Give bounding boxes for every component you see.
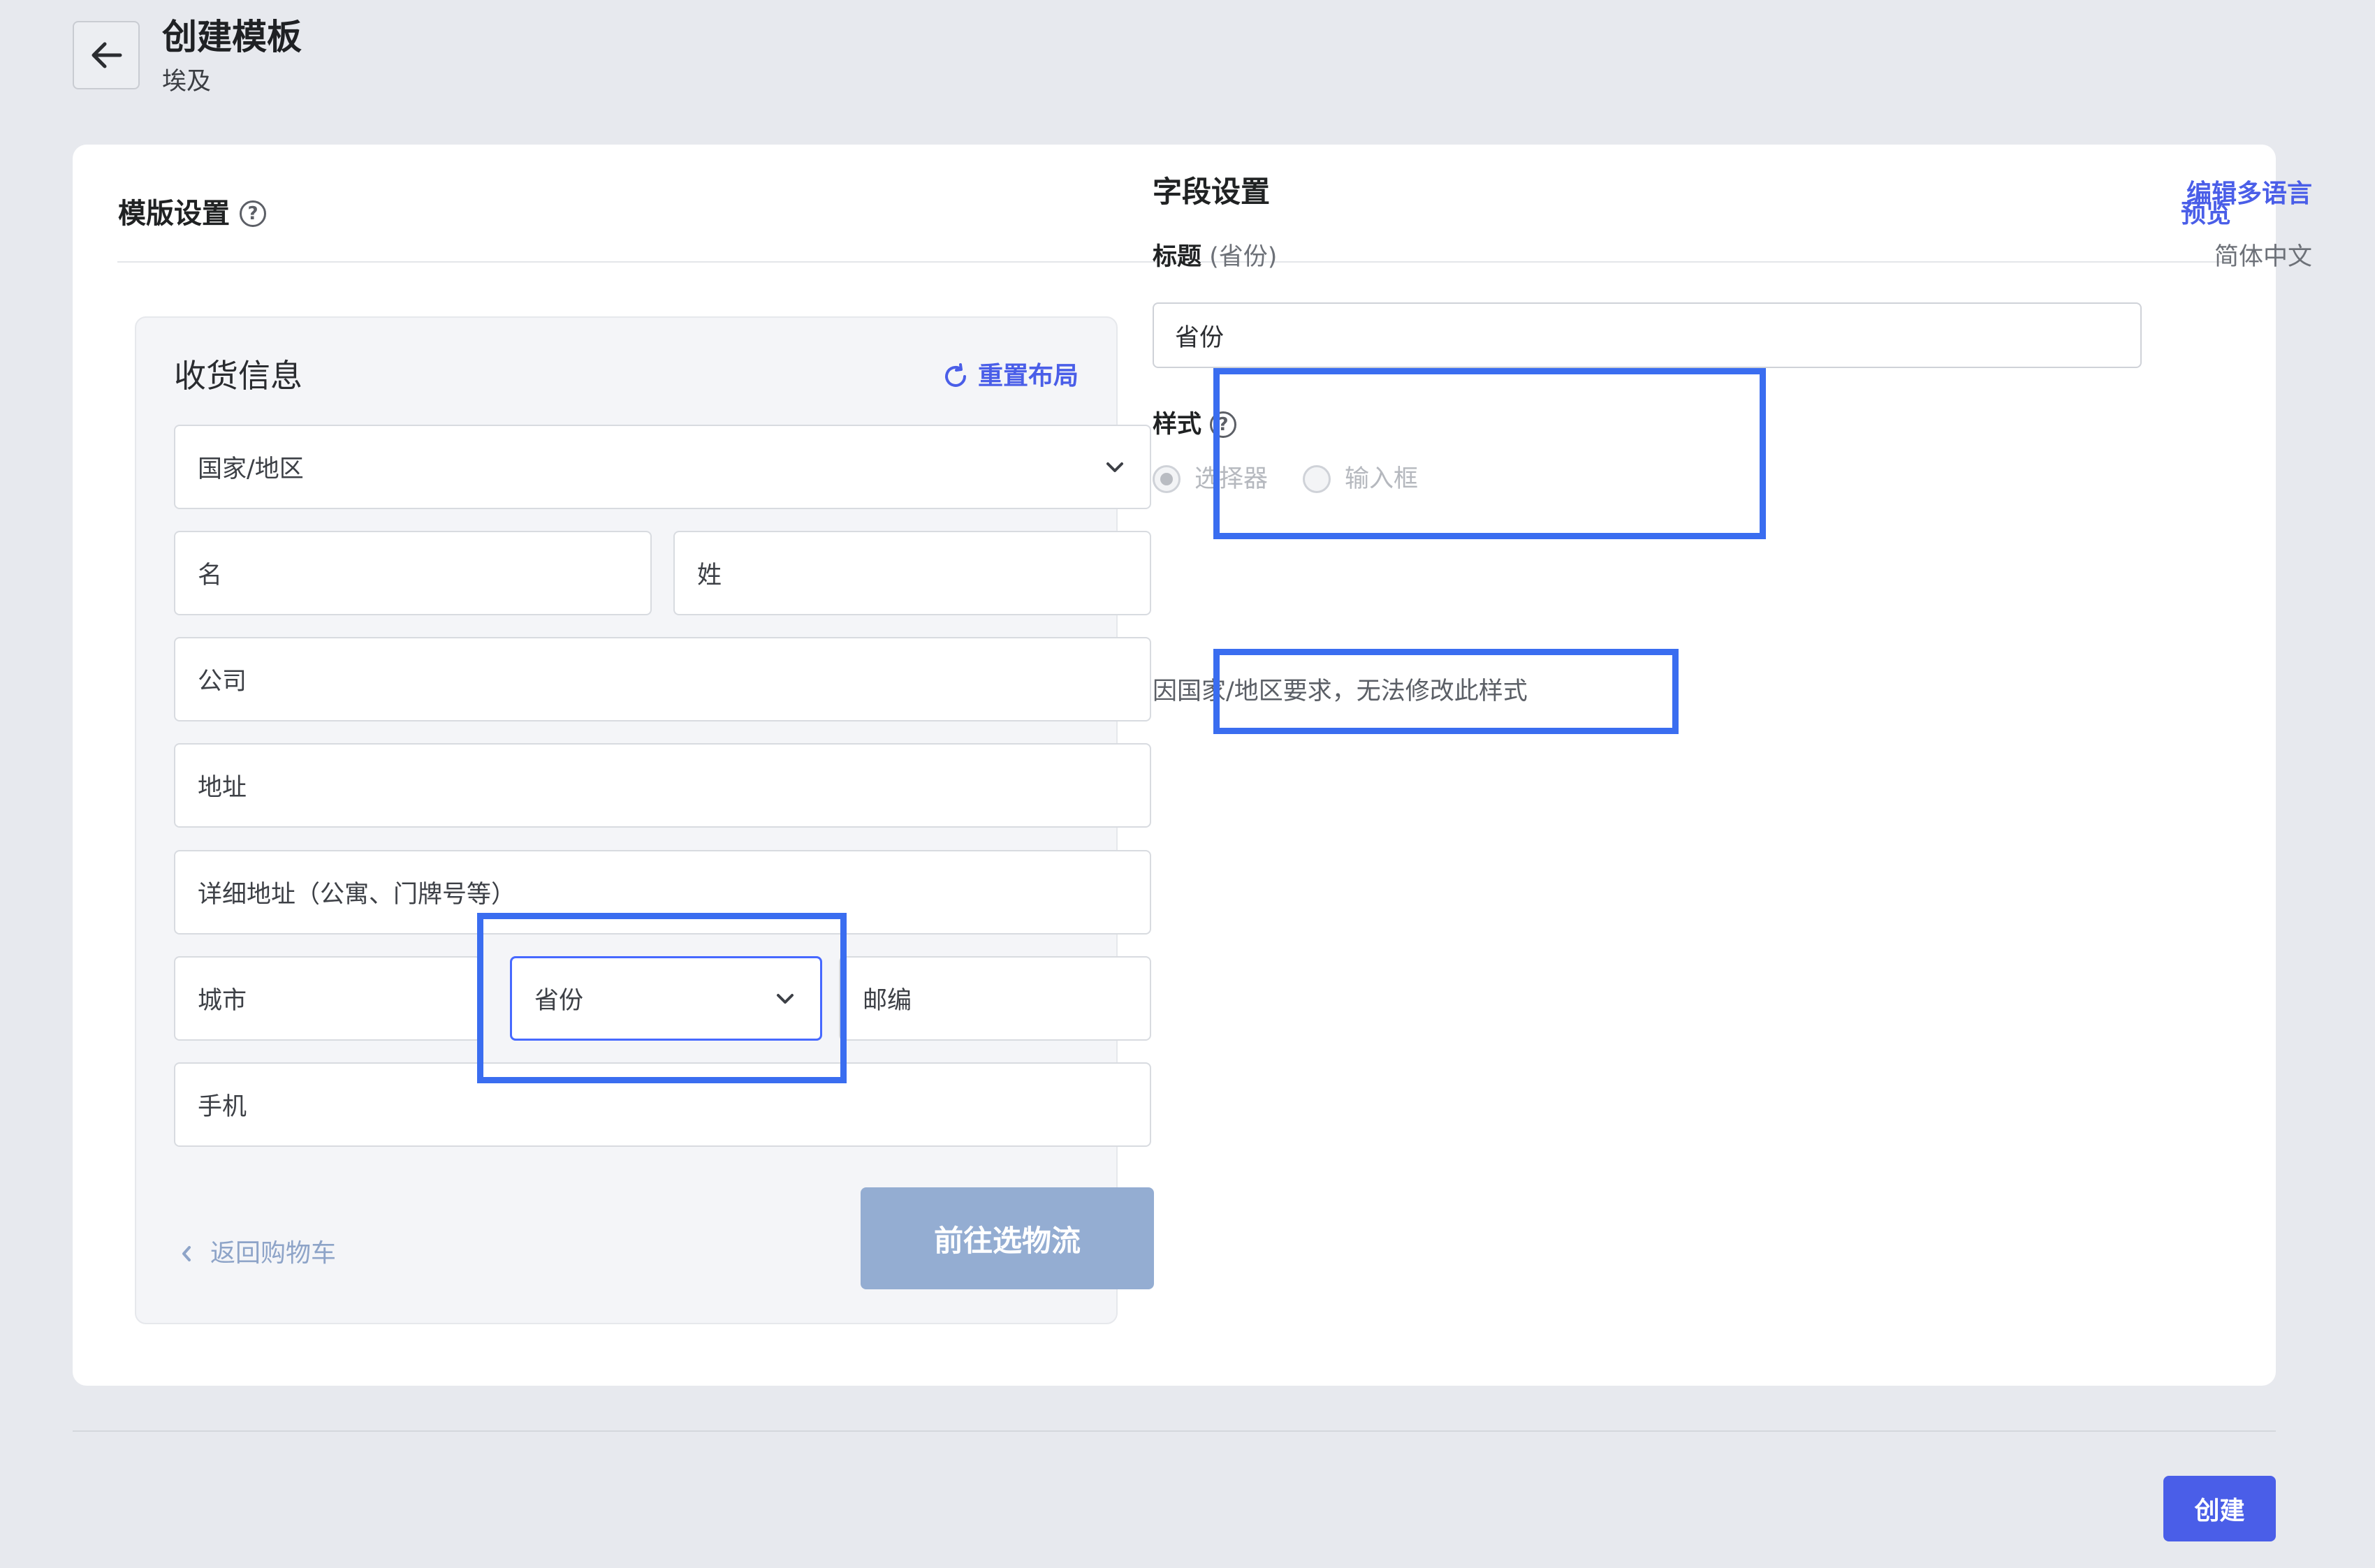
reset-layout-label: 重置布局 bbox=[977, 362, 1079, 390]
title-highlight bbox=[1213, 368, 1766, 539]
field-label-heading: 标题 (省份) bbox=[1153, 237, 1277, 277]
last-name-label: 姓 bbox=[697, 562, 722, 589]
address-field[interactable]: 地址 bbox=[174, 743, 1151, 828]
help-icon[interactable]: ? bbox=[240, 200, 266, 227]
company-field[interactable]: 公司 bbox=[174, 637, 1151, 721]
notice-highlight bbox=[1213, 649, 1679, 734]
refresh-icon bbox=[945, 363, 966, 387]
company-label: 公司 bbox=[198, 668, 247, 696]
arrow-left-icon bbox=[92, 42, 122, 68]
chevron-left-icon bbox=[182, 1246, 191, 1261]
zip-field[interactable]: 邮编 bbox=[839, 956, 1151, 1041]
language-label: 简体中文 bbox=[2214, 243, 2312, 271]
city-label: 城市 bbox=[198, 987, 247, 1015]
zip-label: 邮编 bbox=[863, 987, 912, 1015]
radio-dot bbox=[1160, 473, 1173, 485]
address-label: 地址 bbox=[198, 774, 247, 802]
footer-divider bbox=[73, 1430, 2276, 1432]
country-label: 国家/地区 bbox=[198, 455, 304, 483]
checkout-preview-panel: 收货信息 重置布局 国家/地区 名 姓 公司 地址 详细地址（公寓、门牌号等） bbox=[135, 316, 1154, 1324]
field-label-hint: (省份) bbox=[1209, 243, 1278, 271]
edit-multilang-link[interactable]: 编辑多语言 bbox=[2186, 175, 2312, 214]
city-field[interactable]: 城市 bbox=[174, 956, 481, 1041]
page-subtitle: 埃及 bbox=[162, 68, 212, 96]
field-title-value: 省份 bbox=[1175, 323, 1225, 352]
last-name-field[interactable]: 姓 bbox=[673, 531, 1151, 615]
field-title-input[interactable]: 省份 bbox=[1153, 302, 2142, 368]
chevron-down-icon bbox=[1106, 462, 1123, 472]
first-name-field[interactable]: 名 bbox=[174, 531, 652, 615]
back-to-cart-label: 返回购物车 bbox=[210, 1239, 337, 1268]
province-highlight bbox=[477, 913, 847, 1083]
radio-selector[interactable] bbox=[1153, 465, 1181, 493]
go-to-shipping-button[interactable]: 前往选物流 bbox=[861, 1187, 1154, 1289]
reset-layout-link[interactable]: 重置布局 bbox=[942, 357, 1079, 396]
field-label-heading-text: 标题 bbox=[1153, 243, 1202, 271]
style-label-text: 样式 bbox=[1153, 411, 1202, 439]
back-button[interactable] bbox=[73, 21, 140, 89]
address2-label: 详细地址（公寓、门牌号等） bbox=[198, 881, 516, 909]
back-to-cart-link[interactable]: 返回购物车 bbox=[181, 1236, 336, 1271]
first-name-label: 名 bbox=[198, 562, 223, 589]
shipping-info-title: 收货信息 bbox=[174, 357, 302, 395]
card-title-text: 模版设置 bbox=[118, 198, 230, 230]
create-button[interactable]: 创建 bbox=[2163, 1476, 2276, 1541]
card-title: 模版设置 ? bbox=[118, 191, 266, 237]
page-title: 创建模板 bbox=[162, 17, 302, 57]
phone-label: 手机 bbox=[198, 1093, 247, 1121]
country-select[interactable]: 国家/地区 bbox=[174, 425, 1151, 509]
field-settings-title: 字段设置 bbox=[1153, 175, 1271, 209]
